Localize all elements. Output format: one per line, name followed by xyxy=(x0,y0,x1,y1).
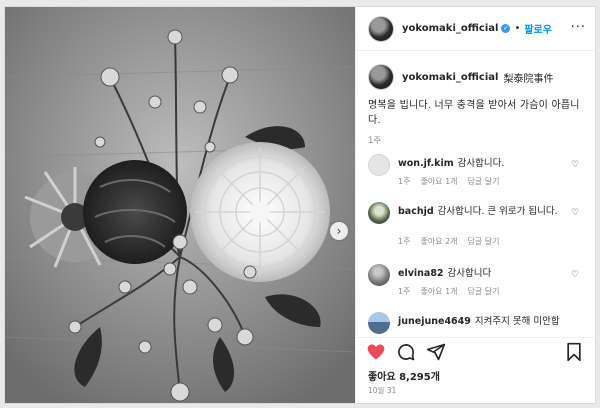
caption-tag: 梨泰院事件 xyxy=(503,73,554,85)
heart-outline-icon[interactable]: ♡ xyxy=(571,208,579,218)
share-icon[interactable] xyxy=(426,342,446,362)
follow-button[interactable]: 팔로우 xyxy=(524,21,552,36)
comment-meta: 1주 좋아요 1개 답글 달기 xyxy=(398,286,510,297)
caption-author-avatar[interactable] xyxy=(368,64,394,90)
comment-text: 감사합니다. 큰 위로가 됩니다. xyxy=(437,206,558,217)
reply-button[interactable]: 답글 달기 xyxy=(468,177,500,186)
bookmark-icon[interactable] xyxy=(564,342,584,362)
comment-text: 감사합니다. xyxy=(457,158,505,169)
commenter-avatar[interactable] xyxy=(368,264,390,286)
action-icons xyxy=(366,342,586,364)
heart-filled-icon[interactable] xyxy=(366,342,386,362)
commenter-username[interactable]: won.jf.kim xyxy=(398,158,454,169)
post-actions: 좋아요 8,295개 10월 31 xyxy=(356,337,596,403)
author-avatar[interactable] xyxy=(368,15,394,42)
comment-body: junejune4649 지켜주지 못해 미안합 xyxy=(398,315,588,329)
caption-username[interactable]: yokomaki_official xyxy=(402,72,498,83)
next-photo-button[interactable]: › xyxy=(330,222,348,240)
post-side-panel: yokomaki_official ✓ • 팔로우 ··· yokomaki_o… xyxy=(355,7,596,403)
commenter-username[interactable]: junejune4649 xyxy=(398,316,471,327)
comment-body: won.jf.kim 감사합니다. xyxy=(398,157,568,171)
comment-meta: 1주 좋아요 1개 답글 달기 xyxy=(398,176,510,187)
post-date: 10월 31 xyxy=(368,386,397,395)
comments-list[interactable]: yokomaki_official 梨泰院事件 명복을 빕니다. 너무 충격을 … xyxy=(356,52,596,337)
comment-icon[interactable] xyxy=(396,342,416,362)
caption-time: 1주 xyxy=(368,136,382,146)
comment-time: 1주 xyxy=(398,287,411,296)
verified-badge-icon: ✓ xyxy=(501,24,511,33)
comment-like-count[interactable]: 좋아요 1개 xyxy=(420,287,457,296)
comment-body: elvina82 감사합니다 xyxy=(398,267,568,281)
reply-button[interactable]: 답글 달기 xyxy=(468,237,500,246)
post-header: yokomaki_official ✓ • 팔로우 ··· xyxy=(356,7,596,51)
author-username[interactable]: yokomaki_official xyxy=(402,23,498,34)
comment-body: bachjd 감사합니다. 큰 위로가 됩니다. xyxy=(398,205,568,219)
comment-meta: 1주 좋아요 2개 답글 달기 xyxy=(398,236,510,247)
comment-text: 감사합니다 xyxy=(447,268,492,279)
comment-like-count[interactable]: 좋아요 2개 xyxy=(420,237,457,246)
heart-outline-icon[interactable]: ♡ xyxy=(571,270,579,280)
post-caption: yokomaki_official 梨泰院事件 명복을 빕니다. 너무 충격을 … xyxy=(368,64,588,146)
separator-dot: • xyxy=(514,23,521,34)
commenter-username[interactable]: bachjd xyxy=(398,206,434,217)
comment-time: 1주 xyxy=(398,177,411,186)
commenter-avatar[interactable] xyxy=(368,312,390,334)
commenter-username[interactable]: elvina82 xyxy=(398,268,444,279)
commenter-avatar[interactable] xyxy=(368,202,390,224)
flower-bouquet-image xyxy=(5,7,355,403)
post-photo[interactable]: › xyxy=(5,7,355,403)
like-count[interactable]: 좋아요 8,295개 xyxy=(368,368,440,383)
comment-time: 1주 xyxy=(398,237,411,246)
comment-like-count[interactable]: 좋아요 1개 xyxy=(420,177,457,186)
more-horizontal-icon[interactable]: ··· xyxy=(571,20,586,35)
commenter-avatar[interactable] xyxy=(368,154,390,176)
comment-text: 지켜주지 못해 미안합 xyxy=(474,316,560,327)
heart-outline-icon[interactable]: ♡ xyxy=(571,160,579,170)
caption-text: 명복을 빕니다. 너무 충격을 받아서 가슴이 아픕니다. xyxy=(368,100,580,126)
reply-button[interactable]: 답글 달기 xyxy=(468,287,500,296)
chevron-right-icon: › xyxy=(336,224,342,238)
instagram-post: › yokomaki_official ✓ • 팔로우 ··· yokomaki… xyxy=(4,6,596,404)
